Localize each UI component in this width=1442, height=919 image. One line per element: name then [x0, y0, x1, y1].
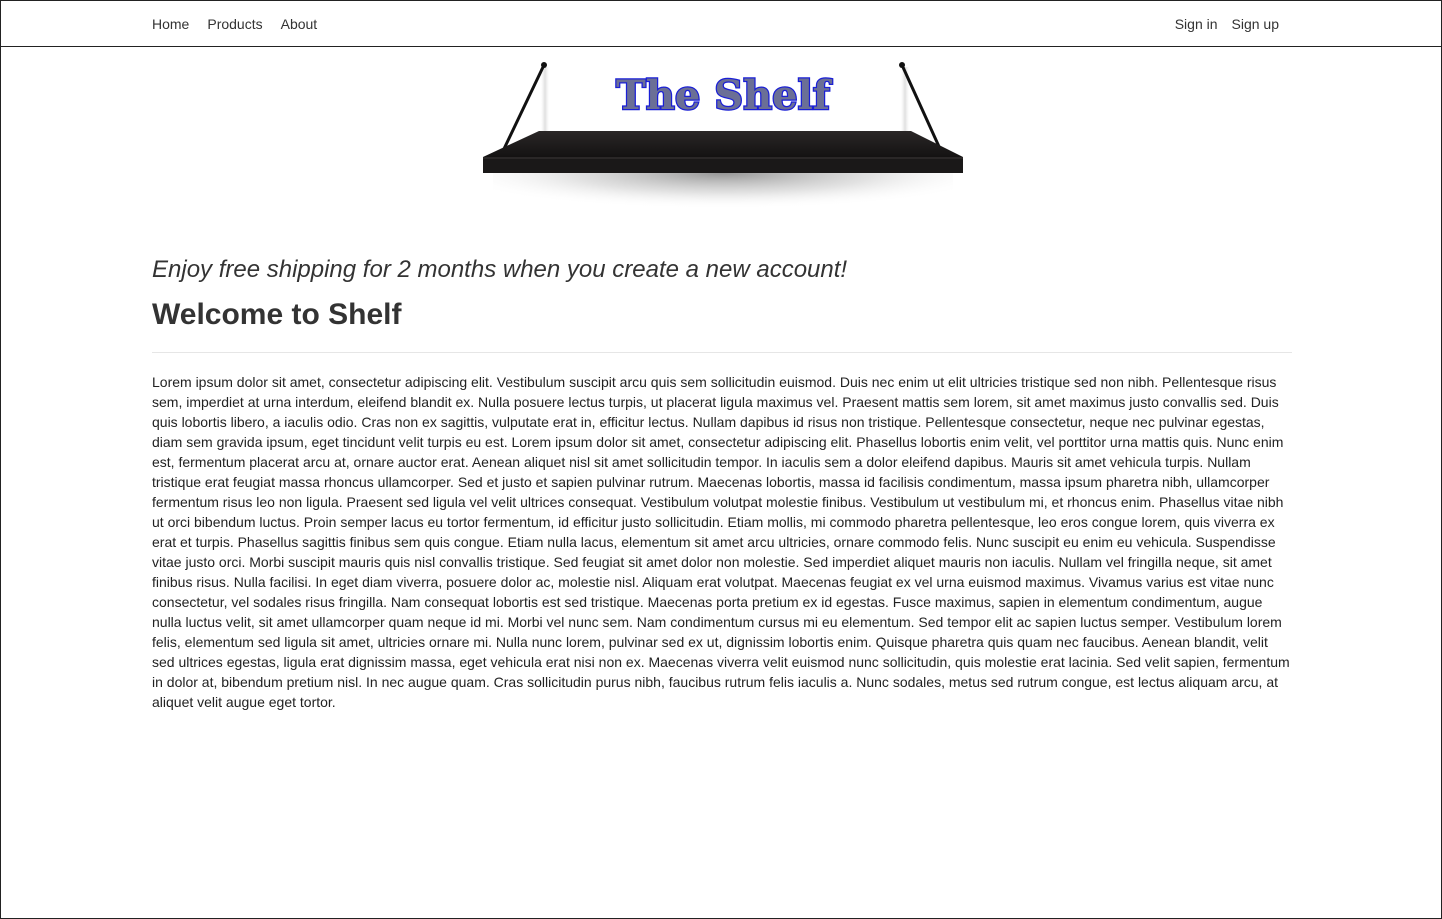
shelf-front	[483, 157, 963, 173]
shelf-shadow	[493, 173, 953, 233]
promo-banner: Enjoy free shipping for 2 months when yo…	[152, 256, 848, 283]
title-divider	[152, 352, 1292, 353]
left-strap-pin	[541, 62, 547, 68]
nav-left-group: Home Products About	[152, 1, 335, 46]
page-title: Welcome to Shelf	[152, 298, 402, 331]
nav-about-link[interactable]: About	[281, 14, 318, 34]
browser-viewport: Home Products About Sign in Sign up The …	[0, 0, 1442, 919]
main-content: Enjoy free shipping for 2 months when yo…	[152, 251, 1292, 712]
shelf-top	[483, 131, 963, 157]
sign-in-link[interactable]: Sign in	[1175, 14, 1218, 34]
left-strap-shadow	[541, 67, 549, 135]
shelf-logo: The Shelf	[481, 59, 965, 234]
nav-home-link[interactable]: Home	[152, 14, 189, 34]
shelf-logo-graphic: The Shelf	[483, 62, 963, 233]
top-navbar: Home Products About Sign in Sign up	[1, 1, 1441, 47]
nav-right-group: Sign in Sign up	[1175, 1, 1279, 46]
intro-paragraph: Lorem ipsum dolor sit amet, consectetur …	[152, 374, 1290, 710]
logo-title-text: The Shelf	[616, 72, 833, 119]
sign-up-link[interactable]: Sign up	[1232, 14, 1279, 34]
nav-products-link[interactable]: Products	[207, 14, 262, 34]
right-strap-pin	[899, 62, 905, 68]
